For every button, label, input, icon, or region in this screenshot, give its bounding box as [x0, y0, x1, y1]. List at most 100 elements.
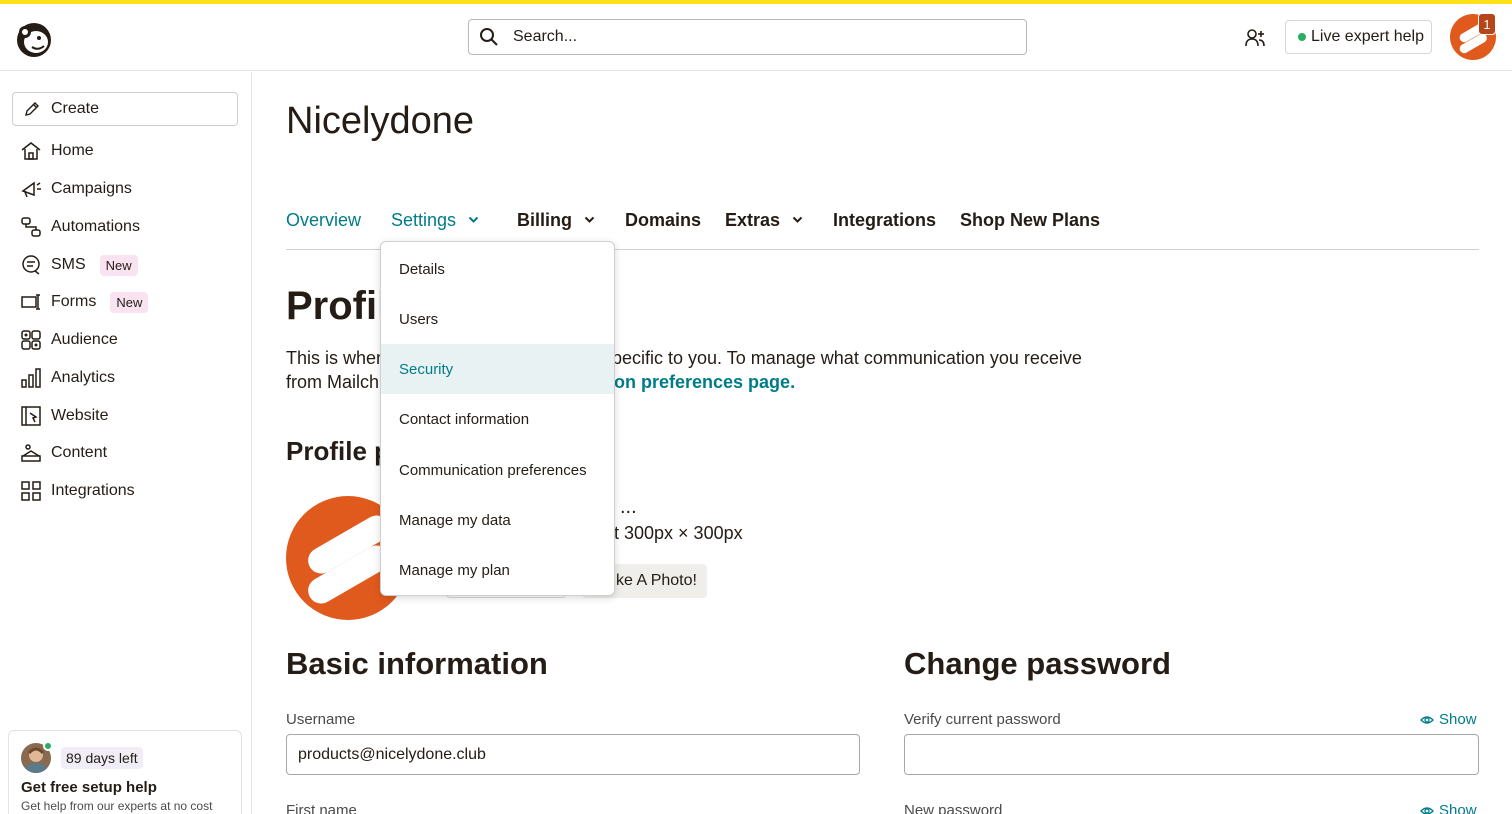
tab-settings[interactable]: Settings — [391, 208, 479, 232]
sidebar-item-forms[interactable]: Forms New — [20, 288, 149, 316]
show-label: Show — [1439, 802, 1477, 814]
chevron-down-icon — [584, 216, 595, 223]
tab-billing[interactable]: Billing — [517, 208, 595, 232]
pencil-icon — [25, 102, 39, 116]
intro-text: pecific to you. To manage what communica… — [612, 348, 1082, 368]
basic-information-heading: Basic information — [286, 646, 548, 681]
setup-help-card[interactable]: 89 days left Get free setup help Get hel… — [8, 730, 242, 814]
sidebar-item-analytics[interactable]: Analytics — [20, 364, 115, 392]
sidebar-item-audience[interactable]: Audience — [20, 326, 118, 354]
sidebar-item-content[interactable]: Content — [20, 439, 107, 467]
page-title: Nicelydone — [286, 100, 474, 142]
show-password-toggle[interactable]: Show — [1420, 711, 1477, 728]
new-password-label: New password — [904, 802, 1003, 814]
form-icon — [21, 294, 40, 310]
menu-item-contact-information[interactable]: Contact information — [381, 394, 614, 444]
profile-photo-heading: Profile p — [286, 436, 391, 466]
sidebar-item-website[interactable]: Website — [20, 402, 109, 430]
upload-hint: ... — [620, 496, 637, 518]
username-field[interactable] — [286, 734, 860, 775]
audience-icon — [21, 330, 41, 350]
tab-label: Shop New Plans — [960, 209, 1101, 230]
verify-password-field[interactable] — [904, 734, 1479, 775]
sidebar-item-integrations[interactable]: Integrations — [20, 477, 135, 505]
chevron-down-icon — [792, 216, 803, 223]
menu-item-details[interactable]: Details — [381, 244, 614, 294]
communication-preferences-link[interactable]: on preferences page. — [614, 372, 795, 393]
notification-badge: 1 — [1478, 13, 1496, 35]
sidebar-item-label: Home — [51, 142, 94, 159]
menu-item-label: Contact information — [399, 410, 530, 428]
create-label: Create — [51, 100, 100, 117]
menu-item-users[interactable]: Users — [381, 294, 614, 344]
menu-item-security[interactable]: Security — [381, 344, 614, 394]
online-status-icon — [43, 741, 53, 751]
live-help-label: Live expert help — [1311, 28, 1424, 45]
sidebar-item-label: Forms — [51, 293, 97, 310]
tab-label: Extras — [725, 209, 781, 230]
menu-item-manage-my-plan[interactable]: Manage my plan — [381, 545, 614, 595]
setup-help-title: Get free setup help — [21, 779, 157, 796]
sms-icon — [22, 255, 40, 275]
menu-item-label: Details — [399, 260, 445, 278]
sidebar: Create Home Campaigns Automations SMS Ne… — [0, 72, 252, 814]
search-placeholder: Search... — [513, 28, 578, 45]
create-button[interactable]: Create — [12, 92, 238, 126]
sidebar-item-label: Integrations — [51, 482, 135, 499]
tab-label: Billing — [517, 209, 572, 230]
top-bar: Search... Live expert help 1 — [0, 4, 1512, 71]
menu-item-communication-preferences[interactable]: Communication preferences — [381, 445, 614, 495]
home-icon — [21, 142, 41, 160]
tab-domains[interactable]: Domains — [625, 208, 701, 232]
sidebar-item-sms[interactable]: SMS New — [20, 251, 138, 279]
new-badge: New — [99, 254, 138, 276]
bar-chart-icon — [21, 368, 41, 388]
sidebar-item-label: Audience — [51, 331, 118, 348]
sidebar-item-label: Content — [51, 444, 108, 461]
show-label: Show — [1439, 711, 1477, 728]
search-input[interactable]: Search... — [468, 19, 1027, 55]
content-icon — [21, 444, 41, 462]
menu-item-label: Users — [399, 310, 439, 328]
days-left-badge: 89 days left — [61, 747, 143, 769]
new-badge: New — [110, 291, 149, 313]
menu-item-manage-my-data[interactable]: Manage my data — [381, 495, 614, 545]
tab-extras[interactable]: Extras — [725, 208, 803, 232]
tab-overview[interactable]: Overview — [286, 208, 361, 232]
eye-icon — [1420, 715, 1434, 724]
grid-icon — [21, 481, 41, 501]
tab-label: Domains — [625, 209, 702, 230]
chevron-down-icon — [468, 216, 479, 223]
online-status-icon — [1298, 33, 1306, 41]
verify-password-label: Verify current password — [904, 711, 1061, 728]
first-name-label: First name — [286, 802, 357, 814]
eye-icon — [1420, 806, 1434, 814]
sidebar-item-label: Automations — [51, 218, 140, 235]
sidebar-item-label: Analytics — [51, 369, 116, 386]
sidebar-item-campaigns[interactable]: Campaigns — [20, 175, 132, 203]
setup-help-subtitle: Get help from our experts at no cost — [21, 799, 213, 813]
profile-heading: Profil — [286, 284, 389, 328]
live-expert-help-button[interactable]: Live expert help — [1285, 20, 1432, 54]
tab-integrations[interactable]: Integrations — [833, 208, 936, 232]
tab-label: Settings — [391, 209, 457, 230]
settings-dropdown-menu: Details Users Security Contact informati… — [380, 241, 615, 596]
megaphone-icon — [21, 181, 41, 198]
tab-label: Overview — [286, 209, 362, 230]
tab-label: Integrations — [833, 209, 937, 230]
upload-size-hint: t 300px × 300px — [614, 523, 743, 543]
mailchimp-logo-icon[interactable] — [12, 16, 56, 60]
sidebar-item-label: Website — [51, 407, 109, 424]
show-new-password-toggle[interactable]: Show — [1420, 802, 1477, 814]
tab-shop-new-plans[interactable]: Shop New Plans — [960, 208, 1100, 232]
sidebar-item-home[interactable]: Home — [20, 137, 94, 165]
username-label: Username — [286, 711, 356, 728]
menu-item-label: Communication preferences — [399, 461, 587, 479]
take-photo-label: ke A Photo! — [616, 572, 697, 589]
team-icon[interactable] — [1244, 27, 1266, 49]
menu-item-label: Manage my plan — [399, 561, 510, 579]
change-password-heading: Change password — [904, 646, 1171, 681]
sidebar-item-automations[interactable]: Automations — [20, 213, 140, 241]
menu-item-label: Manage my data — [399, 511, 511, 529]
website-icon — [21, 406, 41, 426]
